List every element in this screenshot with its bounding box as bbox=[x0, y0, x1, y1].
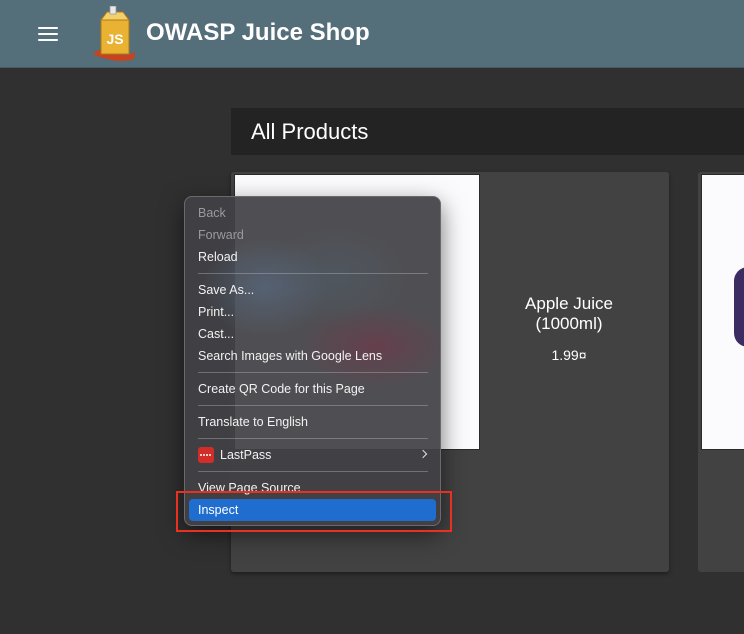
menu-item-create-qr-code[interactable]: Create QR Code for this Page bbox=[198, 378, 428, 400]
app-title[interactable]: OWASP Juice Shop bbox=[146, 19, 370, 47]
menu-separator bbox=[198, 405, 428, 406]
menu-item-lastpass[interactable]: LastPass bbox=[198, 444, 428, 466]
menu-separator bbox=[198, 471, 428, 472]
menu-item-reload[interactable]: Reload bbox=[198, 246, 428, 268]
top-toolbar: JS OWASP Juice Shop bbox=[0, 0, 744, 68]
products-header: All Products bbox=[231, 108, 744, 155]
menu-item-translate[interactable]: Translate to English bbox=[198, 411, 428, 433]
menu-item-forward: Forward bbox=[198, 228, 244, 242]
menu-separator bbox=[198, 438, 428, 439]
menu-item-search-images[interactable]: Search Images with Google Lens bbox=[198, 345, 428, 367]
lastpass-icon bbox=[198, 447, 214, 463]
menu-separator bbox=[198, 273, 428, 274]
svg-text:JS: JS bbox=[106, 31, 123, 47]
product-image[interactable] bbox=[701, 174, 744, 450]
menu-item-view-page-source[interactable]: View Page Source bbox=[198, 477, 428, 499]
page-title: All Products bbox=[251, 119, 369, 144]
context-menu: Back Forward Reload Save As... Print... … bbox=[184, 196, 441, 526]
menu-item-cast[interactable]: Cast... bbox=[198, 323, 428, 345]
juice-shop-logo-icon[interactable]: JS bbox=[90, 6, 138, 62]
menu-item-print[interactable]: Print... bbox=[198, 301, 428, 323]
product-price: 1.99¤ bbox=[551, 347, 587, 363]
menu-item-label: LastPass bbox=[220, 448, 272, 462]
menu-separator bbox=[198, 372, 428, 373]
product-card[interactable] bbox=[698, 172, 744, 572]
menu-item-inspect[interactable]: Inspect bbox=[189, 499, 436, 521]
menu-item-back: Back bbox=[198, 206, 226, 220]
menu-item-save-as[interactable]: Save As... bbox=[198, 279, 428, 301]
menu-icon[interactable] bbox=[38, 26, 58, 42]
chevron-right-icon bbox=[418, 449, 428, 459]
product-name: Apple Juice (1000ml) bbox=[525, 294, 613, 333]
